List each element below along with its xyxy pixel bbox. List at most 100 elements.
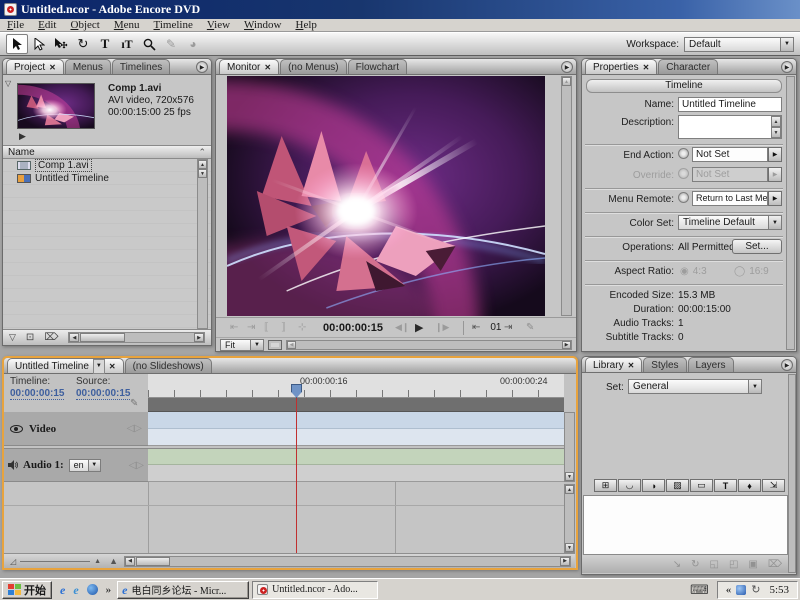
end-action-field[interactable]: Not Set [692,147,768,162]
rotate-tool-button[interactable] [72,34,94,54]
scroll-down-icon[interactable] [565,543,574,552]
audio-language-dropdown[interactable]: en [69,459,101,472]
monitor-vertical-scrollbar[interactable] [561,76,572,316]
close-tab-icon[interactable] [643,61,650,74]
menu-file[interactable]: File [0,19,31,31]
zoom-slider-handle-icon[interactable] [94,558,101,565]
add-chapter-icon[interactable] [130,398,138,409]
monitor-zoom-dropdown[interactable]: Fit [220,339,264,351]
panel-menu-button[interactable] [196,61,208,73]
safe-area-icon[interactable] [268,340,282,350]
text-tool-button[interactable] [94,34,116,54]
tab-character[interactable]: Character [658,59,718,74]
scroll-right-icon[interactable] [562,341,571,349]
menu-menu[interactable]: Menu [107,19,147,31]
quicklaunch-ie-icon[interactable]: e [60,585,65,595]
scroll-down-icon[interactable] [198,169,207,178]
description-spinner[interactable] [771,116,781,138]
tab-project[interactable]: Project [6,59,64,74]
video-track-row-lower[interactable] [148,429,564,446]
tab-flowchart[interactable]: Flowchart [348,59,407,74]
scroll-up-icon[interactable] [198,160,207,169]
monitor-horizontal-scrollbar[interactable] [286,340,572,350]
scrollbar-thumb[interactable] [136,557,170,566]
scroll-right-icon[interactable] [560,557,570,566]
menu-edit[interactable]: Edit [31,19,63,31]
timeline-ruler[interactable]: 00:00:00:16 00:00:00:24 [148,374,564,398]
filter-menus-icon[interactable] [594,479,617,492]
delete-icon[interactable] [44,332,58,343]
scroll-left-icon[interactable] [69,333,79,342]
video-track-row-upper[interactable] [148,412,564,429]
filter-backgrounds-icon[interactable] [666,479,689,492]
list-item[interactable]: Untitled Timeline [3,172,211,185]
collapse-preview-icon[interactable] [5,79,11,88]
workspace-dropdown[interactable]: Default [684,37,794,52]
track-collapse-icons[interactable] [129,460,144,471]
add-item-icon[interactable] [748,559,757,570]
move-tool-button[interactable] [50,34,72,54]
filter-replacement-icon[interactable] [762,479,785,492]
menu-view[interactable]: View [200,19,237,31]
trim-out-icon[interactable] [281,322,298,333]
quicklaunch-browser-icon[interactable]: e [73,585,78,595]
name-column-header[interactable]: Name [3,145,211,159]
zoom-tool-button[interactable] [138,34,160,54]
preview-play-button[interactable] [19,131,26,142]
add-chapter-icon[interactable] [526,322,534,333]
timeline-vertical-scrollbar-upper[interactable] [564,412,575,482]
vertical-text-tool-button[interactable] [116,34,138,54]
chapter-marker-band[interactable] [148,398,564,412]
monitor-timecode[interactable]: 00:00:00:15 [323,322,383,334]
project-horizontal-scrollbar[interactable] [68,332,205,343]
trim-in-icon[interactable] [264,322,281,333]
menu-remote-field[interactable]: Return to Last Menu [692,191,768,206]
tab-no-menus[interactable]: (no Menus) [280,59,347,74]
sort-ascending-icon[interactable] [198,147,206,158]
taskbar-task-encore-active[interactable]: Untitled.ncor - Ado... [252,581,378,599]
scroll-right-icon[interactable] [194,333,204,342]
tab-timelines[interactable]: Timelines [112,59,170,74]
tab-library[interactable]: Library [585,357,642,372]
next-frame-icon[interactable] [435,322,455,333]
menu-window[interactable]: Window [237,19,288,31]
new-item-icon[interactable] [26,332,34,343]
scrollbar-thumb[interactable] [80,333,125,342]
library-set-dropdown[interactable]: General [628,379,762,394]
chevron-down-icon[interactable] [780,38,793,51]
chevron-down-icon[interactable] [88,460,100,471]
source-timecode[interactable]: 00:00:00:15 [76,388,130,400]
timeline-timecode[interactable]: 00:00:00:15 [10,388,64,400]
list-item[interactable]: Comp 1.avi [3,159,211,172]
library-item-list[interactable] [583,495,788,555]
tab-monitor[interactable]: Monitor [219,59,279,74]
new-item-icon[interactable] [729,559,738,570]
description-field[interactable] [678,115,782,139]
timeline-vertical-scrollbar-lower[interactable] [564,484,575,553]
scroll-left-icon[interactable] [287,341,296,349]
filter-shapes-icon[interactable] [738,479,761,492]
previous-frame-icon[interactable] [395,322,415,333]
library-vertical-scrollbar[interactable] [788,374,796,573]
tab-layers[interactable]: Layers [688,357,734,372]
video-preview[interactable] [227,76,545,316]
audio-track-header[interactable]: Audio 1: en [4,448,148,482]
project-vertical-scrollbar[interactable] [197,159,208,329]
tab-dropdown-icon[interactable] [93,359,105,374]
add-marker-icon[interactable] [298,322,315,333]
properties-vertical-scrollbar[interactable] [786,76,795,350]
tray-collapse-icon[interactable] [726,584,732,596]
previous-chapter-icon[interactable] [472,322,488,333]
zoom-slider[interactable] [20,561,90,562]
color-set-dropdown[interactable]: Timeline Default [678,215,782,230]
zoom-out-icon[interactable] [10,557,16,566]
spin-up-icon[interactable] [771,116,781,127]
panel-menu-button[interactable] [781,61,793,73]
chevron-down-icon[interactable] [768,216,781,229]
scroll-down-icon[interactable] [565,472,574,481]
track-visibility-eye-icon[interactable] [10,425,23,433]
close-tab-icon[interactable] [49,61,56,74]
goto-in-point-icon[interactable] [230,322,247,333]
next-chapter-icon[interactable] [504,322,520,333]
taskbar-task-browser[interactable]: e 电白同乡论坛 - Micr... [117,581,249,599]
